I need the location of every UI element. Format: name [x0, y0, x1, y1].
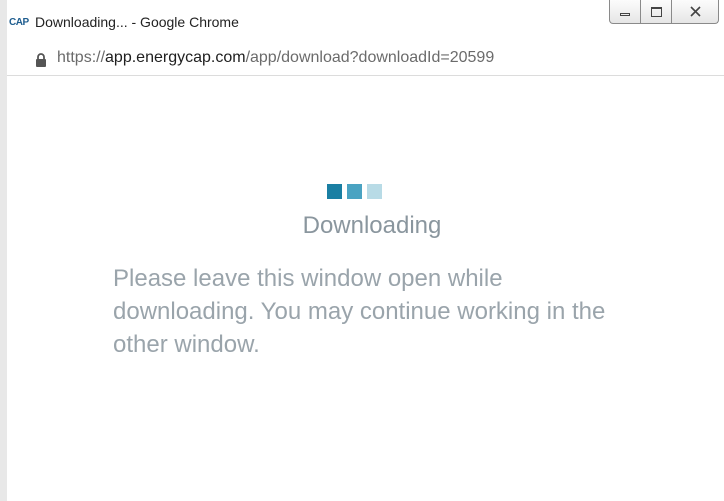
- lock-icon: [36, 53, 46, 67]
- loader-block-3: [367, 184, 382, 199]
- window-title: Downloading... - Google Chrome: [35, 14, 239, 30]
- title-bar[interactable]: CAP Downloading... - Google Chrome: [7, 0, 724, 42]
- close-icon: [689, 6, 701, 17]
- maximize-icon: [650, 6, 662, 17]
- download-message: Please leave this window open while down…: [113, 265, 606, 358]
- page-content: Downloading Please leave this window ope…: [7, 76, 724, 501]
- loading-indicator: [327, 184, 382, 199]
- minimize-button[interactable]: [609, 0, 641, 24]
- minimize-icon: [620, 13, 630, 16]
- url-text[interactable]: https://app.energycap.com/app/download?d…: [57, 49, 494, 67]
- window-controls: [609, 0, 719, 26]
- maximize-button[interactable]: [640, 0, 672, 24]
- loader-block-2: [347, 184, 362, 199]
- url-host: app.energycap.com: [105, 49, 246, 66]
- close-button[interactable]: [671, 0, 719, 24]
- loader-block-1: [327, 184, 342, 199]
- browser-window: CAP Downloading... - Google Chrome https…: [0, 0, 724, 501]
- url-scheme: https://: [57, 49, 106, 66]
- download-heading: Downloading: [302, 212, 442, 239]
- app-logo-icon: CAP: [9, 17, 29, 28]
- url-path: /app/download?downloadId=20599: [245, 49, 495, 66]
- address-bar[interactable]: https://app.energycap.com/app/download?d…: [7, 42, 724, 76]
